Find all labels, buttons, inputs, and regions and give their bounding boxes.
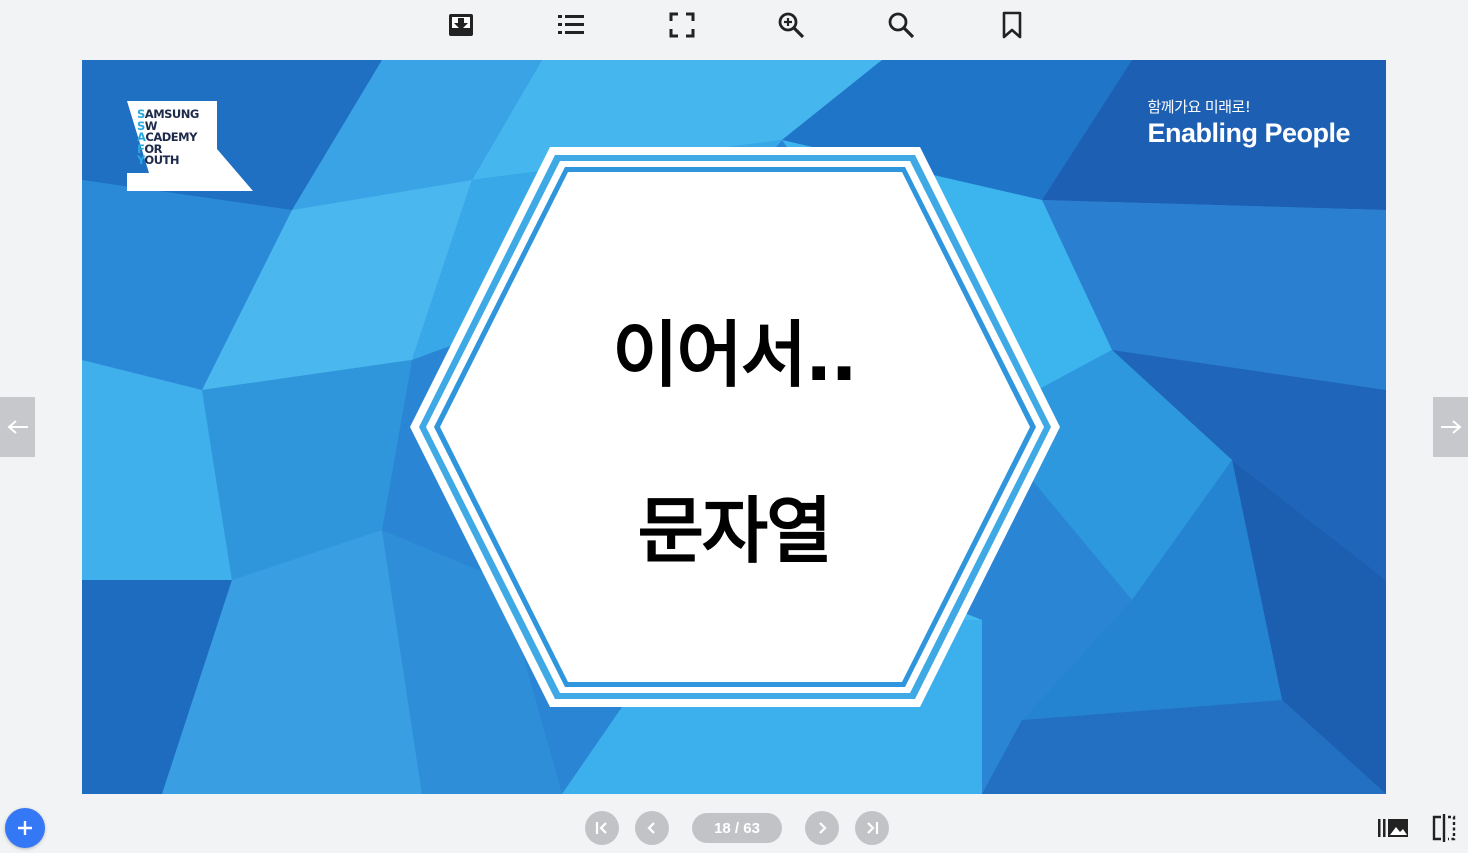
- fullscreen-button[interactable]: [665, 8, 699, 42]
- slide-page: SAMSUNG SW ACADEMY FOR YOUTH 함께가요 미래로! E…: [82, 60, 1386, 794]
- tagline-english: Enabling People: [1147, 118, 1350, 148]
- download-icon: [449, 14, 473, 36]
- search-icon: [888, 12, 915, 39]
- arrow-left-icon: [6, 420, 28, 434]
- last-page-button[interactable]: [855, 811, 889, 845]
- brand-tagline: 함께가요 미래로! Enabling People: [1147, 96, 1350, 149]
- list-icon: [558, 15, 584, 34]
- hexagon-frame: [410, 147, 1060, 707]
- next-page-button[interactable]: [805, 811, 839, 845]
- bookmark-icon: [1002, 11, 1022, 39]
- top-toolbar: [0, 0, 1468, 52]
- add-button[interactable]: [5, 808, 45, 848]
- arrow-right-icon: [1440, 420, 1462, 434]
- split-view-icon: [1432, 814, 1456, 842]
- table-of-contents-button[interactable]: [554, 8, 588, 42]
- next-page-side-button[interactable]: [1433, 397, 1468, 457]
- zoom-in-icon: [778, 12, 805, 39]
- page-indicator[interactable]: 18 / 63: [692, 813, 782, 843]
- chevron-right-icon: [819, 822, 827, 834]
- previous-page-button[interactable]: [635, 811, 669, 845]
- first-page-icon: [595, 822, 607, 834]
- chevron-left-icon: [647, 822, 655, 834]
- previous-page-side-button[interactable]: [0, 397, 35, 457]
- last-page-icon: [867, 822, 879, 834]
- zoom-in-button[interactable]: [774, 8, 808, 42]
- slide-title-line1: 이어서..: [612, 313, 857, 397]
- thumbnails-button[interactable]: [1375, 812, 1411, 844]
- first-page-button[interactable]: [585, 811, 619, 845]
- page-view-mode-button[interactable]: [1426, 812, 1462, 844]
- thumbnails-icon: [1378, 819, 1408, 837]
- search-button[interactable]: [884, 8, 918, 42]
- tagline-korean: 함께가요 미래로!: [1147, 98, 1251, 116]
- bookmark-button[interactable]: [995, 8, 1029, 42]
- plus-icon: [18, 821, 32, 835]
- download-button[interactable]: [444, 8, 478, 42]
- fullscreen-icon: [669, 12, 695, 38]
- samsung-sw-academy-logo: SAMSUNG SW ACADEMY FOR YOUTH: [127, 101, 253, 191]
- slide-title-line2: 문자열: [637, 489, 833, 573]
